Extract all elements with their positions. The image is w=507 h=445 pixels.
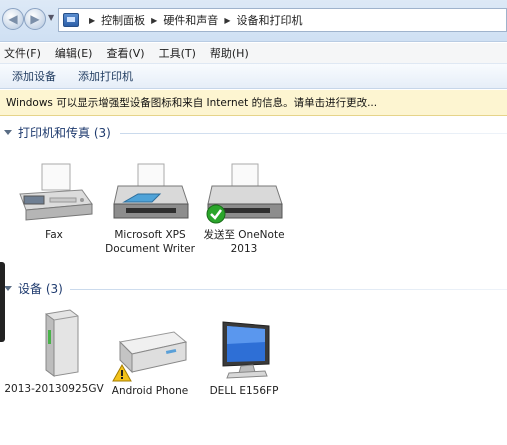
group-title: 打印机和传真 (3) (18, 126, 111, 140)
collapse-icon[interactable] (4, 286, 12, 291)
group-title: 设备 (3) (18, 282, 63, 296)
navigation-bar: ◀ ▶ ▼ ▶ 控制面板 ▶ 硬件和声音 ▶ 设备和打印机 (0, 0, 507, 42)
fax-icon (12, 160, 96, 224)
forward-button[interactable]: ▶ (24, 8, 46, 30)
printer-icon (108, 160, 192, 224)
breadcrumb-control-panel[interactable]: 控制面板 (101, 12, 145, 28)
menu-bar: 文件(F) 编辑(E) 查看(V) 工具(T) 帮助(H) (0, 43, 507, 63)
device-label: Android Phone (111, 385, 189, 397)
arrow-right-icon: ▶ (30, 12, 40, 26)
collapse-icon[interactable] (4, 130, 12, 135)
history-dropdown-icon[interactable]: ▼ (48, 13, 54, 22)
warning-icon (112, 364, 132, 382)
chevron-right-icon[interactable]: ▶ (224, 16, 230, 25)
control-panel-icon (63, 13, 79, 27)
command-bar: 添加设备 添加打印机 (0, 63, 507, 89)
device-label: Fax (45, 229, 63, 241)
device-tile-onenote[interactable]: 发送至 OneNote 2013 (194, 160, 294, 256)
menu-view[interactable]: 查看(V) (106, 45, 144, 61)
printers-group-header[interactable]: 打印机和传真 (3) (4, 124, 111, 141)
address-bar[interactable]: ▶ 控制面板 ▶ 硬件和声音 ▶ 设备和打印机 (58, 8, 507, 32)
device-tile-computer[interactable]: 2013-20130925GV (4, 308, 104, 396)
group-divider (70, 289, 507, 290)
device-tile-xps-writer[interactable]: Microsoft XPS Document Writer (100, 160, 200, 256)
device-label: 发送至 OneNote 2013 (203, 229, 285, 255)
device-label: 2013-20130925GV (4, 383, 104, 395)
menu-tools[interactable]: 工具(T) (159, 45, 196, 61)
chevron-right-icon[interactable]: ▶ (151, 16, 157, 25)
group-divider (120, 133, 507, 134)
devices-group-header[interactable]: 设备 (3) (4, 280, 63, 297)
device-tile-android-phone[interactable]: Android Phone (100, 320, 200, 398)
printer-icon (202, 160, 286, 224)
menu-help[interactable]: 帮助(H) (210, 45, 249, 61)
device-tile-fax[interactable]: Fax (4, 160, 104, 242)
breadcrumb-hardware-sound[interactable]: 硬件和声音 (163, 12, 218, 28)
info-bar[interactable]: Windows 可以显示增强型设备图标和来自 Internet 的信息。请单击进… (0, 90, 507, 116)
menu-file[interactable]: 文件(F) (4, 45, 41, 61)
arrow-left-icon: ◀ (8, 12, 18, 26)
add-device-button[interactable]: 添加设备 (12, 68, 56, 84)
back-button[interactable]: ◀ (2, 8, 24, 30)
default-check-icon (206, 204, 226, 224)
drive-icon (108, 320, 192, 382)
menu-edit[interactable]: 编辑(E) (55, 45, 93, 61)
computer-tower-icon (24, 308, 84, 378)
add-printer-button[interactable]: 添加打印机 (78, 68, 133, 84)
breadcrumb-devices-printers[interactable]: 设备和打印机 (236, 12, 302, 28)
chevron-right-icon[interactable]: ▶ (89, 16, 95, 25)
device-label: Microsoft XPS Document Writer (105, 229, 195, 255)
device-label: DELL E156FP (209, 385, 279, 397)
monitor-icon (209, 318, 279, 380)
device-tile-monitor[interactable]: DELL E156FP (194, 318, 294, 398)
